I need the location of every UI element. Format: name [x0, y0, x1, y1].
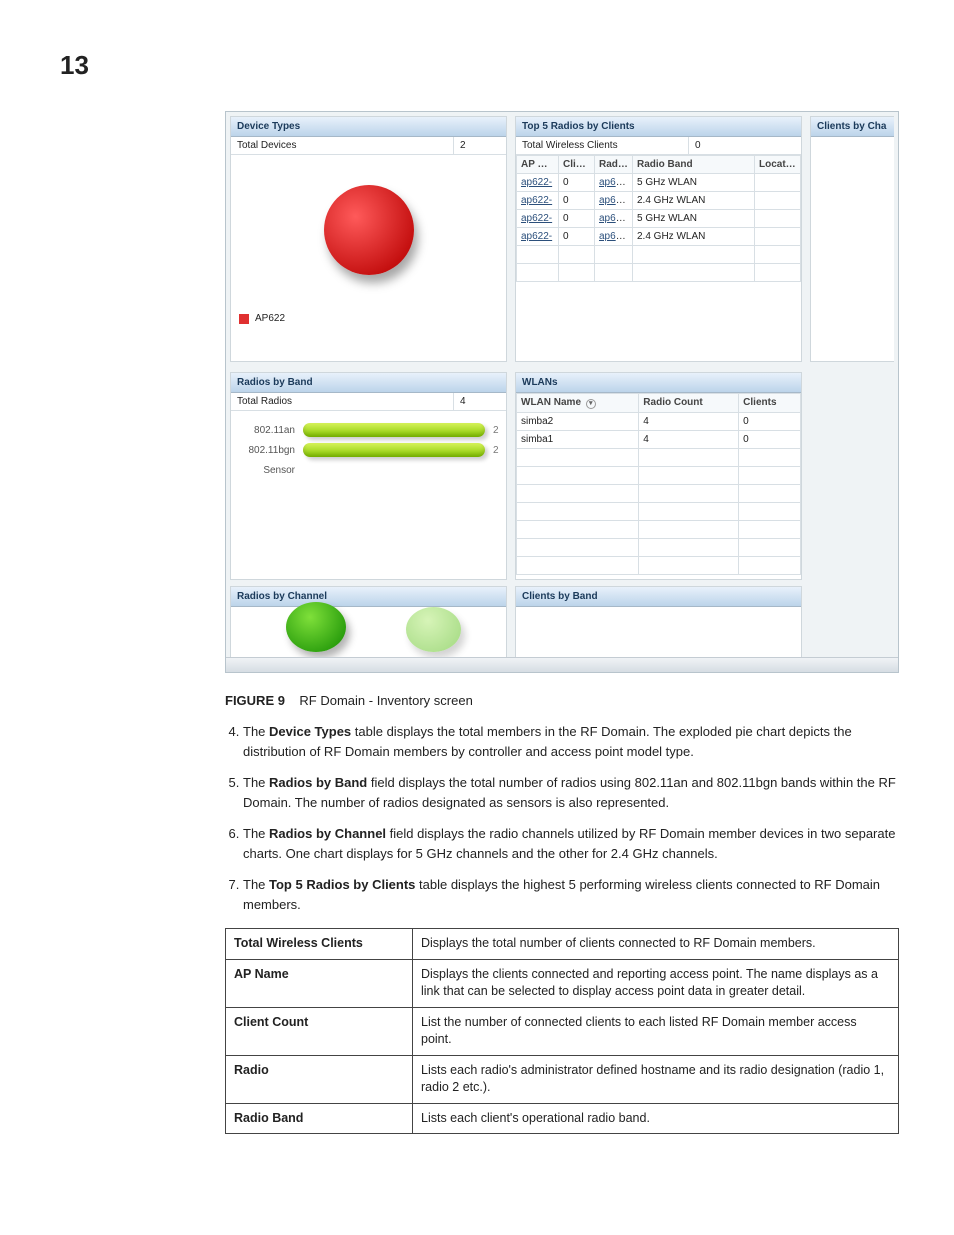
list-item: The Top 5 Radios by Clients table displa…	[243, 875, 899, 914]
panel-header: Radios by Band	[231, 373, 506, 393]
panel-device-types: Device Types Total Devices 2 AP622	[230, 116, 507, 362]
bar-fill	[303, 443, 485, 457]
list-item: The Device Types table displays the tota…	[243, 722, 899, 761]
panel-clients-by-cha: Clients by Cha	[810, 116, 894, 362]
ap-link[interactable]: ap622-	[599, 231, 630, 242]
table-row: ap622-0ap622-5 GHz WLAN	[517, 210, 801, 228]
bar-row: Sensor	[239, 463, 498, 477]
wlan-table: WLAN Name ▾Radio CountClients simba240si…	[516, 393, 801, 575]
table-row: simba140	[517, 431, 801, 449]
panel-header: Radios by Channel	[231, 587, 506, 607]
channel-pie-2	[406, 607, 461, 652]
table-row: Total Wireless ClientsDisplays the total…	[226, 929, 899, 960]
col-header[interactable]: Location	[755, 156, 801, 174]
total-devices-label: Total Devices	[231, 137, 454, 154]
col-header[interactable]: Radio Band	[633, 156, 755, 174]
panel-wlans: WLANs WLAN Name ▾Radio CountClients simb…	[515, 372, 802, 580]
col-header[interactable]: AP Name	[517, 156, 559, 174]
list-item: The Radios by Channel field displays the…	[243, 824, 899, 863]
total-radios-value: 4	[454, 393, 506, 410]
description-list: The Device Types table displays the tota…	[225, 722, 899, 914]
scrollbar-horizontal[interactable]	[226, 657, 898, 672]
panel-clients-by-band: Clients by Band	[515, 586, 802, 662]
panel-header: Top 5 Radios by Clients	[516, 117, 801, 137]
total-devices-value: 2	[454, 137, 506, 154]
panel-header: Clients by Band	[516, 587, 801, 607]
ap-link[interactable]: ap622-	[599, 177, 630, 188]
figure-caption: FIGURE 9 RF Domain - Inventory screen	[225, 693, 899, 708]
total-radios-label: Total Radios	[231, 393, 454, 410]
ap-link[interactable]: ap622-	[599, 195, 630, 206]
panel-header: Device Types	[231, 117, 506, 137]
bar-label: 802.11bgn	[239, 445, 295, 456]
col-header[interactable]: WLAN Name ▾	[517, 394, 639, 413]
legend-swatch	[239, 314, 249, 324]
bar-fill	[303, 423, 485, 437]
panel-radios-by-channel: Radios by Channel	[230, 586, 507, 662]
table-row: ap622-0ap622-5 GHz WLAN	[517, 174, 801, 192]
col-header[interactable]: Radio Count	[639, 394, 739, 413]
ap-link[interactable]: ap622-	[521, 231, 552, 242]
table-row: Radio BandLists each client's operationa…	[226, 1103, 899, 1134]
legend: AP622	[231, 305, 506, 332]
col-header[interactable]: Client Count	[559, 156, 595, 174]
page-number: 13	[0, 0, 954, 81]
panel-header: Clients by Cha	[811, 117, 894, 137]
list-item: The Radios by Band field displays the to…	[243, 773, 899, 812]
panel-top5-radios: Top 5 Radios by Clients Total Wireless C…	[515, 116, 802, 362]
panel-header: WLANs	[516, 373, 801, 393]
table-row: simba240	[517, 413, 801, 431]
table-row: ap622-0ap622-2.4 GHz WLAN	[517, 228, 801, 246]
channel-pie-1	[286, 602, 346, 652]
bar-label: Sensor	[239, 465, 295, 476]
col-header[interactable]: Clients	[739, 394, 801, 413]
bars-container: 802.11an2 802.11bgn2 Sensor	[231, 411, 506, 489]
field-description-table: Total Wireless ClientsDisplays the total…	[225, 928, 899, 1134]
bar-row: 802.11bgn2	[239, 443, 498, 457]
top5-table: AP NameClient CountRadio IdRadio BandLoc…	[516, 155, 801, 282]
inventory-screenshot: Device Types Total Devices 2 AP622 Top 5…	[225, 111, 899, 673]
table-row: Client CountList the number of connected…	[226, 1007, 899, 1055]
ap-link[interactable]: ap622-	[599, 213, 630, 224]
sort-icon[interactable]: ▾	[586, 399, 596, 409]
panel-radios-by-band: Radios by Band Total Radios 4 802.11an28…	[230, 372, 507, 580]
col-header[interactable]: Radio Id	[595, 156, 633, 174]
ap-link[interactable]: ap622-	[521, 195, 552, 206]
table-row: RadioLists each radio's administrator de…	[226, 1055, 899, 1103]
total-wclients-value: 0	[689, 137, 801, 154]
table-row: ap622-0ap622-2.4 GHz WLAN	[517, 192, 801, 210]
ap-link[interactable]: ap622-	[521, 213, 552, 224]
table-row: AP NameDisplays the clients connected an…	[226, 959, 899, 1007]
bar-row: 802.11an2	[239, 423, 498, 437]
bar-label: 802.11an	[239, 425, 295, 436]
legend-label: AP622	[255, 313, 285, 324]
total-wclients-label: Total Wireless Clients	[516, 137, 689, 154]
pie-slice-ap622	[324, 185, 414, 275]
ap-link[interactable]: ap622-	[521, 177, 552, 188]
